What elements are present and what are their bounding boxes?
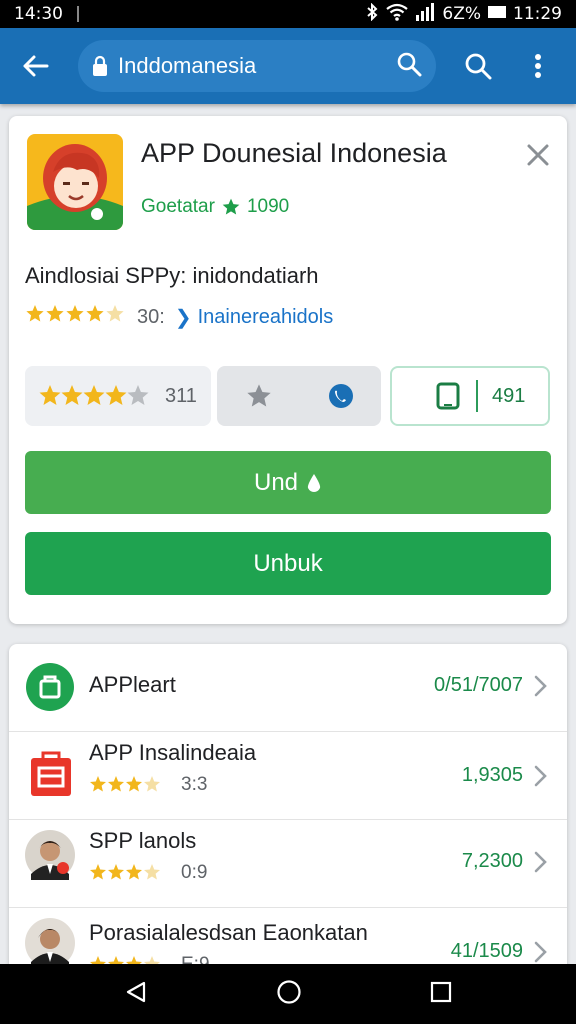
list-item-rating: 3:3 — [89, 774, 207, 796]
app-description: Aindlosiai SPPy: inidondatiarh — [25, 263, 319, 288]
list-item[interactable]: SPP lanols 0:9 7,2300 — [9, 820, 567, 908]
status-divider — [77, 6, 79, 22]
square-recents-icon — [430, 981, 452, 1002]
chevron-right-icon: ❯ — [174, 306, 192, 329]
wifi-icon — [386, 3, 409, 26]
lock-icon — [92, 55, 108, 77]
chip-rating-count: 311 — [165, 384, 197, 407]
list-item-value: 7,2300 — [461, 850, 523, 872]
chevron-right-icon — [531, 940, 549, 964]
search-icon[interactable] — [396, 51, 422, 82]
list-item-value: 41/1509 — [450, 940, 523, 962]
chevron-right-icon — [531, 764, 549, 788]
related-apps-list: APPleart 0/51/7007 APP Insalindeaia 3:3 … — [9, 644, 567, 974]
chip-divider — [476, 380, 478, 412]
developer-name[interactable]: Goetatar — [141, 196, 215, 218]
toolbar: Inddomanesia — [0, 28, 576, 104]
list-item-rating-value: 0:9 — [181, 862, 208, 883]
signal-icon — [415, 2, 435, 26]
share-chip[interactable] — [217, 366, 381, 426]
rating-link[interactable]: Inainereahidols — [198, 306, 334, 329]
avatar — [25, 830, 75, 880]
avatar — [25, 918, 75, 968]
rating-stars — [90, 776, 160, 792]
close-icon — [527, 144, 549, 166]
install-label: Unbuk — [253, 549, 323, 577]
update-label: Und — [253, 468, 299, 496]
close-button[interactable] — [523, 140, 553, 170]
more-vertical-icon — [535, 54, 541, 78]
list-item-rating-value: 3:3 — [181, 774, 208, 795]
app-icon — [27, 134, 123, 230]
status-bar: 14:30 6Z% 11:29 — [0, 0, 576, 28]
list-item[interactable]: APPleart 0/51/7007 — [9, 644, 567, 732]
developer-count: 1090 — [246, 196, 290, 217]
list-item-title: SPP lanols — [89, 828, 197, 853]
star-icon — [222, 198, 240, 215]
back-button[interactable] — [0, 28, 70, 104]
store-icon — [25, 748, 75, 798]
nav-back-button[interactable] — [124, 980, 148, 1009]
app-title: APP Dounesial Indonesia — [141, 138, 447, 168]
bluetooth-icon — [365, 2, 379, 26]
list-item-value: 0/51/7007 — [434, 674, 523, 696]
circle-home-icon — [277, 979, 301, 1004]
more-options-button[interactable] — [510, 28, 566, 104]
chip-dev-count: 491 — [492, 384, 526, 407]
developer-line[interactable]: Goetatar 1090 — [141, 196, 289, 218]
rating-stars — [90, 864, 160, 880]
shopping-bag-icon — [25, 662, 75, 712]
list-item-title: APPleart — [89, 672, 176, 697]
device-chip[interactable]: 491 — [390, 366, 550, 426]
list-item-title: APP Insalindeaia — [89, 740, 257, 765]
nav-recents-button[interactable] — [430, 981, 452, 1008]
star-icon — [246, 384, 271, 407]
list-item[interactable]: APP Insalindeaia 3:3 1,9305 — [9, 732, 567, 820]
rating-stars — [39, 385, 149, 405]
rating-count: 30: — [137, 305, 165, 328]
nav-home-button[interactable] — [276, 979, 302, 1010]
tablet-icon — [436, 382, 460, 410]
list-item-value: 1,9305 — [461, 764, 523, 786]
list-item-rating: 0:9 — [89, 862, 207, 884]
rating-stars — [25, 304, 129, 330]
battery-percent: 6Z% — [442, 4, 481, 24]
battery-icon — [488, 4, 506, 24]
phone-icon — [328, 384, 353, 408]
drop-icon — [307, 473, 321, 492]
list-item-title: Porasialalesdsan Eaonkatan — [89, 920, 368, 945]
toolbar-search-button[interactable] — [446, 28, 510, 104]
status-icons: 6Z% 11:29 — [365, 2, 562, 26]
install-button[interactable]: Unbuk — [25, 532, 551, 595]
status-time-right: 11:29 — [513, 4, 562, 24]
chevron-right-icon — [531, 850, 549, 874]
chevron-right-icon — [531, 674, 549, 698]
search-field[interactable]: Inddomanesia — [78, 40, 436, 92]
navigation-bar — [0, 964, 576, 1024]
app-detail-card: APP Dounesial Indonesia Goetatar 1090 Ai… — [9, 116, 567, 624]
triangle-back-icon — [126, 981, 146, 1002]
status-time-left: 14:30 — [14, 4, 63, 24]
rating-chip[interactable]: 311 — [25, 366, 211, 426]
search-query[interactable]: Inddomanesia — [118, 53, 396, 79]
arrow-left-icon — [23, 55, 49, 77]
update-button[interactable]: Und — [25, 451, 551, 514]
search-icon — [465, 53, 492, 80]
rating-row: 30: ❯ Inainereahidols — [25, 304, 333, 330]
